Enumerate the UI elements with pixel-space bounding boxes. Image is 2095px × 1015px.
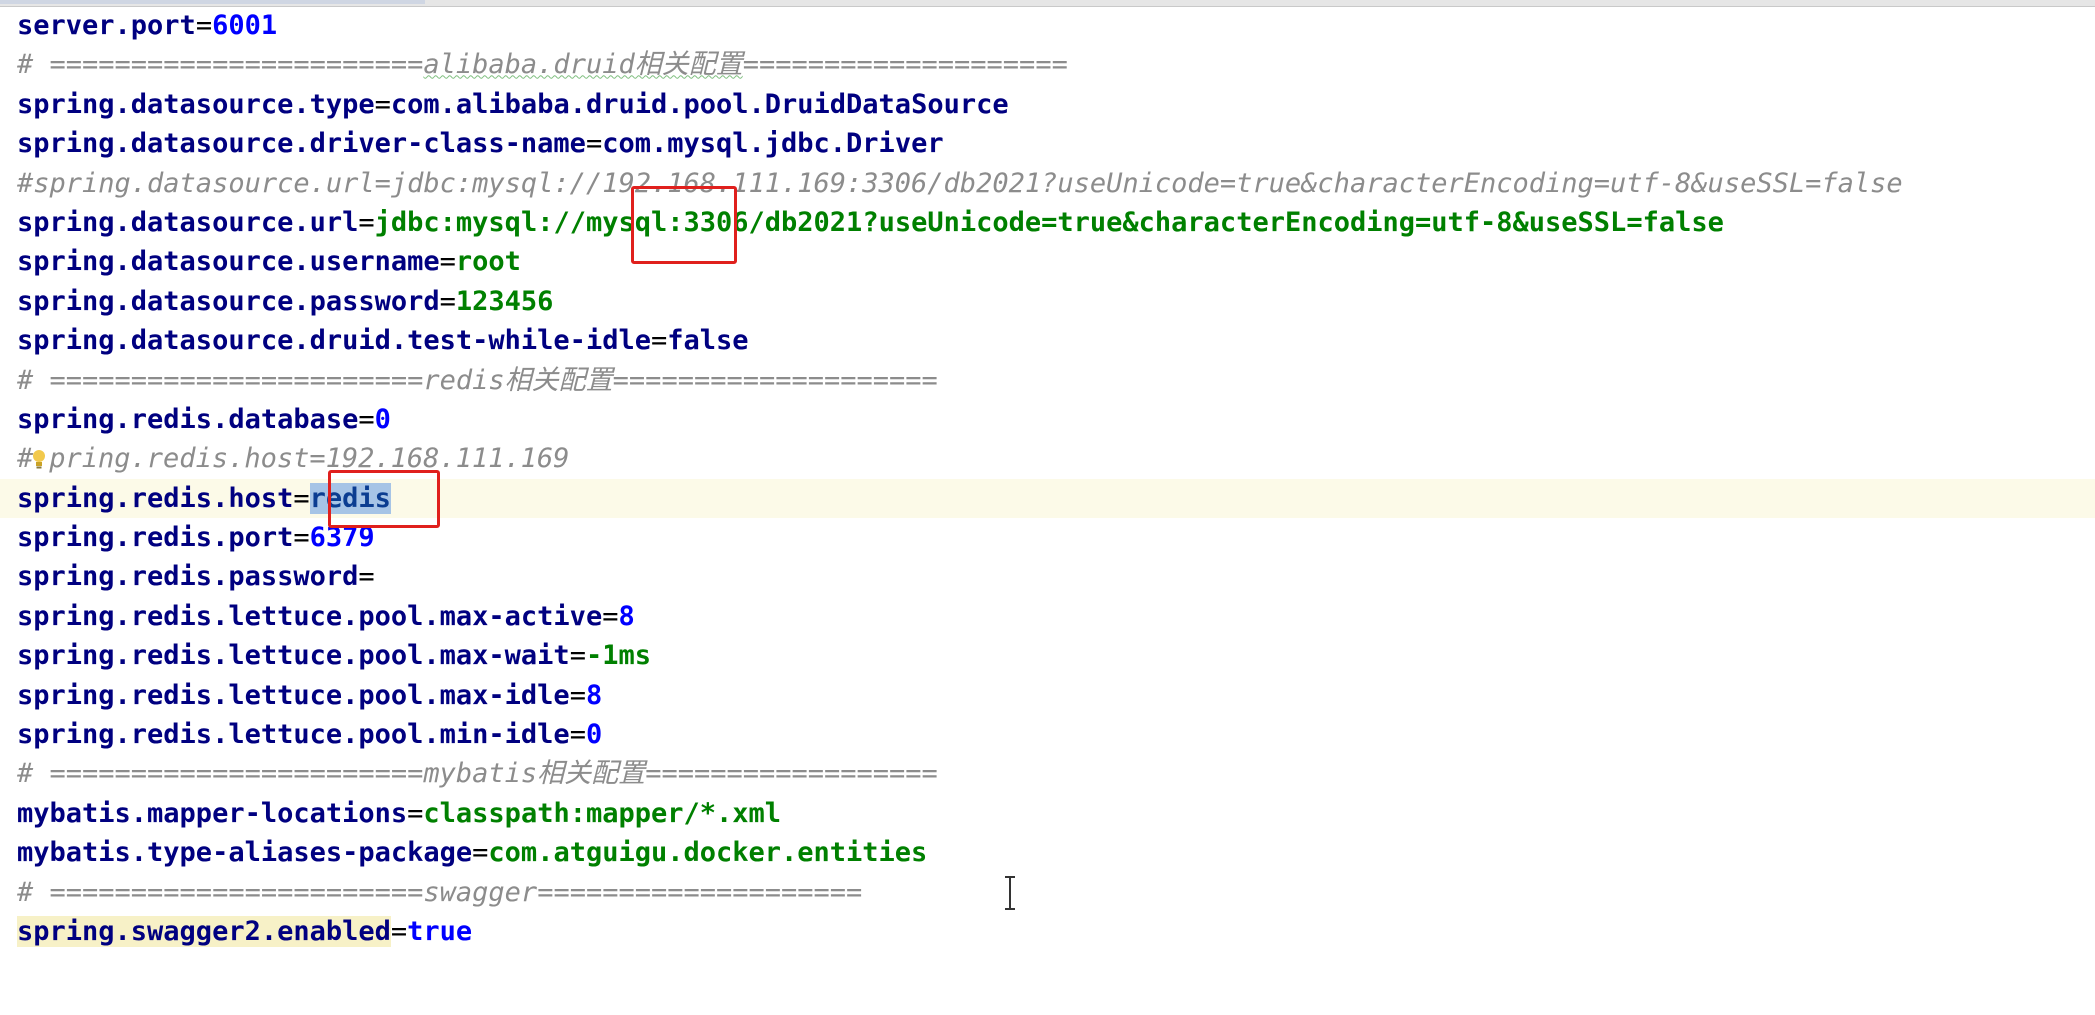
- property-value: 8: [585, 679, 603, 711]
- code-area[interactable]: server.port=6001 # =====================…: [0, 6, 2095, 951]
- code-line-22[interactable]: mybatis.type-aliases-package=com.atguigu…: [0, 833, 2095, 872]
- property-value: true: [407, 915, 473, 947]
- property-value: 123456: [455, 285, 554, 317]
- property-key: spring.redis.port: [17, 522, 294, 554]
- property-value: 0: [585, 719, 603, 751]
- property-key: spring.datasource.driver-class-name: [17, 128, 586, 160]
- comment-suffix: ====================: [612, 364, 938, 396]
- code-line-4[interactable]: spring.datasource.driver-class-name=com.…: [0, 124, 2095, 163]
- comment-suffix: ====================: [742, 49, 1068, 81]
- comment-label: swagger: [423, 876, 538, 908]
- code-line-5[interactable]: #spring.datasource.url=jdbc:mysql://192.…: [0, 164, 2095, 203]
- url-host-mysql: mysql: [585, 206, 668, 238]
- property-key: spring.redis.lettuce.pool.max-wait: [17, 640, 570, 672]
- property-key: spring.datasource.type: [17, 88, 375, 120]
- code-line-15[interactable]: spring.redis.password=: [0, 557, 2095, 596]
- code-line-7[interactable]: spring.datasource.username=root: [0, 242, 2095, 281]
- selected-value-redis[interactable]: redis: [309, 482, 391, 514]
- code-line-24[interactable]: spring.swagger2.enabled=true: [0, 912, 2095, 951]
- i-beam-cursor-icon: [1005, 876, 1015, 910]
- property-value: com.alibaba.druid.pool.DruidDataSource: [390, 88, 1009, 120]
- property-value: -1ms: [585, 640, 651, 672]
- code-line-20[interactable]: # =======================mybatis相关配置====…: [0, 754, 2095, 793]
- code-line-12[interactable]: # pring.redis.host=192.168.111.169: [0, 439, 2095, 478]
- comment-prefix: # =======================: [17, 364, 424, 396]
- property-value: root: [455, 246, 521, 278]
- property-value: 0: [374, 403, 391, 435]
- active-tab-edge: [0, 0, 425, 4]
- code-line-17[interactable]: spring.redis.lettuce.pool.max-wait=-1ms: [0, 636, 2095, 675]
- property-value: com.atguigu.docker.entities: [488, 837, 928, 869]
- code-line-3[interactable]: spring.datasource.type=com.alibaba.druid…: [0, 85, 2095, 124]
- property-key: spring.swagger2.enabled: [17, 915, 391, 947]
- code-line-21[interactable]: mybatis.mapper-locations=classpath:mappe…: [0, 794, 2095, 833]
- comment-label: redis相关配置: [423, 364, 613, 396]
- comment-label: mybatis相关配置: [423, 758, 646, 790]
- code-line-16[interactable]: spring.redis.lettuce.pool.max-active=8: [0, 597, 2095, 636]
- property-value: com.mysql.jdbc.Driver: [602, 128, 944, 160]
- comment-prefix: # =======================: [17, 49, 424, 81]
- comment-text: #spring.datasource.url=jdbc:mysql://192.…: [17, 167, 1903, 199]
- property-value: 6379: [309, 522, 375, 554]
- property-key: spring.redis.lettuce.pool.max-idle: [17, 679, 570, 711]
- property-key: mybatis.type-aliases-package: [17, 837, 473, 869]
- url-prefix: jdbc:mysql://: [374, 206, 586, 238]
- lightbulb-icon[interactable]: [31, 449, 47, 471]
- comment-prefix: # =======================: [17, 758, 424, 790]
- code-line-8[interactable]: spring.datasource.password=123456: [0, 282, 2095, 321]
- code-line-1[interactable]: server.port=6001: [0, 6, 2095, 45]
- code-line-18[interactable]: spring.redis.lettuce.pool.max-idle=8: [0, 676, 2095, 715]
- property-value: 8: [618, 600, 635, 632]
- code-line-23[interactable]: # =======================swagger========…: [0, 873, 2095, 912]
- code-line-6[interactable]: spring.datasource.url=jdbc:mysql://mysql…: [0, 203, 2095, 242]
- url-suffix: :3306/db2021?useUnicode=true&characterEn…: [667, 206, 1724, 238]
- comment-prefix: # =======================: [17, 876, 424, 908]
- property-key: spring.datasource.druid.test-while-idle: [17, 325, 651, 357]
- code-line-14[interactable]: spring.redis.port=6379: [0, 518, 2095, 557]
- property-value: false: [667, 325, 749, 357]
- properties-editor[interactable]: server.port=6001 # =====================…: [0, 0, 2095, 1015]
- property-key: spring.datasource.url: [17, 206, 359, 238]
- property-value: 6001: [212, 10, 278, 41]
- code-line-11[interactable]: spring.redis.database=0: [0, 400, 2095, 439]
- code-line-13[interactable]: spring.redis.host=redis: [0, 478, 2095, 519]
- property-key: spring.datasource.password: [17, 285, 440, 317]
- property-key: mybatis.mapper-locations: [17, 797, 408, 829]
- comment-suffix: ==================: [645, 758, 938, 790]
- comment-suffix: ====================: [537, 876, 863, 908]
- comment-label: alibaba.druid相关配置: [423, 49, 743, 81]
- property-key: server.port: [17, 10, 196, 41]
- property-value: classpath:mapper/*.xml: [423, 797, 782, 829]
- property-key: spring.redis.password: [17, 561, 359, 593]
- code-line-2[interactable]: # =======================alibaba.druid相关…: [0, 45, 2095, 84]
- comment-text: pring.redis.host=192.168.111.169: [49, 443, 570, 475]
- code-line-19[interactable]: spring.redis.lettuce.pool.min-idle=0: [0, 715, 2095, 754]
- property-key: spring.redis.host: [17, 482, 294, 514]
- code-line-10[interactable]: # =======================redis相关配置======…: [0, 361, 2095, 400]
- property-key: spring.redis.database: [17, 403, 359, 435]
- property-key: spring.redis.lettuce.pool.min-idle: [17, 719, 570, 751]
- property-key: spring.redis.lettuce.pool.max-active: [17, 600, 603, 632]
- code-line-9[interactable]: spring.datasource.druid.test-while-idle=…: [0, 321, 2095, 360]
- property-key: spring.datasource.username: [17, 246, 440, 278]
